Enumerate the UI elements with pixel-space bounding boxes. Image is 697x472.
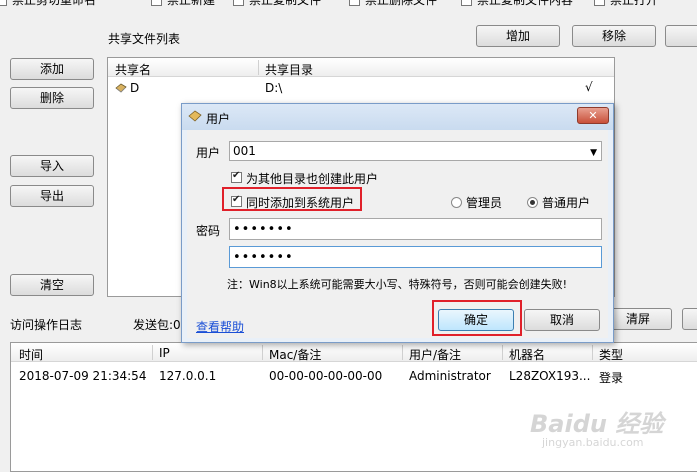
option-label-2: 禁止新建 <box>167 0 216 7</box>
user-label: 用户 <box>196 146 221 160</box>
password-label: 密码 <box>196 224 221 238</box>
share-remove-button[interactable]: 移除 <box>572 25 656 47</box>
option-label-3: 禁止复制文件 <box>249 0 322 7</box>
log-machine-cell: L28ZOX193... <box>509 369 591 383</box>
clear-button[interactable]: 清空 <box>10 274 94 296</box>
log-type-cell: 登录 <box>599 371 624 385</box>
role-admin-radio[interactable] <box>451 197 462 208</box>
log-col-time[interactable]: 时间 <box>19 346 43 363</box>
drive-icon <box>115 82 127 93</box>
user-icon <box>188 110 202 122</box>
table-row[interactable]: 2018-07-09 21:34:54 127.0.0.1 00-00-00-0… <box>11 369 697 387</box>
log-user-cell: Administrator <box>409 369 491 383</box>
clear-screen-button[interactable]: 清屏 <box>604 308 672 330</box>
cancel-button[interactable]: 取消 <box>524 309 600 331</box>
create-for-other-dirs-label: 为其他目录也创建此用户 <box>246 172 379 186</box>
option-label-1: 禁止剪切重命名 <box>12 0 97 7</box>
log-extra-button[interactable] <box>682 308 697 330</box>
option-checkbox-4[interactable] <box>349 0 360 6</box>
log-col-machine[interactable]: 机器名 <box>509 346 545 363</box>
share-name-cell: D <box>130 81 140 95</box>
password-confirm-value: ••••••• <box>233 250 294 265</box>
password-note: 注：Win8以上系统可能需要大小写、特殊符号，否则可能会创建失败! <box>227 278 568 291</box>
log-col-mac[interactable]: Mac/备注 <box>269 346 321 363</box>
export-button[interactable]: 导出 <box>10 185 94 207</box>
option-label-4: 禁止删除文件 <box>365 0 438 7</box>
share-add-button[interactable]: 增加 <box>476 25 560 47</box>
role-normal-label: 普通用户 <box>542 196 591 210</box>
add-button[interactable]: 添加 <box>10 58 94 80</box>
role-normal-radio[interactable] <box>527 197 538 208</box>
baidu-watermark: Baidu 经验 jingyan.baidu.com <box>520 400 680 460</box>
option-checkbox-3[interactable] <box>233 0 244 6</box>
user-select[interactable]: 001 ▼ <box>229 141 602 161</box>
option-checkbox-2[interactable] <box>151 0 162 6</box>
option-checkbox-1[interactable] <box>0 0 7 6</box>
close-button[interactable]: ✕ <box>577 107 609 124</box>
watermark-text: Baidu 经验 <box>530 410 664 438</box>
log-title: 访问操作日志 <box>10 318 83 332</box>
share-extra-button[interactable] <box>665 25 697 47</box>
help-link[interactable]: 查看帮助 <box>196 318 244 335</box>
log-ip-cell: 127.0.0.1 <box>159 369 217 383</box>
dialog-title-bar[interactable]: 用户 ✕ <box>182 104 613 130</box>
log-table-header: 时间 IP Mac/备注 用户/备注 机器名 类型 <box>11 343 697 362</box>
sent-packets-label: 发送包:0 <box>133 318 181 332</box>
dialog-title: 用户 <box>206 112 231 126</box>
password-field[interactable]: ••••••• <box>229 218 602 240</box>
user-select-value: 001 <box>233 144 256 158</box>
dialog-body: 用户 001 ▼ 为其他目录也创建此用户 同时添加到系统用户 管理员 普通用户 … <box>187 130 608 338</box>
user-dialog: 用户 ✕ 用户 001 ▼ 为其他目录也创建此用户 同时添加到系统用户 管理员 … <box>181 103 614 343</box>
option-label-5: 禁止复制文件内容 <box>477 0 574 7</box>
role-admin-label: 管理员 <box>466 196 503 210</box>
share-table-header: 共享名 共享目录 <box>108 58 614 77</box>
log-col-type[interactable]: 类型 <box>599 346 623 363</box>
log-mac-cell: 00-00-00-00-00-00 <box>269 369 383 383</box>
highlight-add-to-system <box>222 187 362 211</box>
top-options-bar: 禁止剪切重命名 禁止新建 禁止复制文件 禁止删除文件 禁止复制文件内容 禁止打开 <box>0 0 697 8</box>
password-field-value: ••••••• <box>233 222 294 237</box>
log-col-ip[interactable]: IP <box>159 346 170 360</box>
option-label-6: 禁止打开 <box>610 0 659 7</box>
share-list-title: 共享文件列表 <box>108 32 181 46</box>
delete-button[interactable]: 删除 <box>10 87 94 109</box>
highlight-ok-button <box>432 300 522 336</box>
import-button[interactable]: 导入 <box>10 155 94 177</box>
create-for-other-dirs-checkbox[interactable] <box>231 170 242 183</box>
share-table-col-name[interactable]: 共享名 <box>115 61 151 78</box>
log-time-cell: 2018-07-09 21:34:54 <box>19 369 147 383</box>
chevron-down-icon: ▼ <box>590 148 597 158</box>
share-mark-cell: √ <box>585 80 593 94</box>
log-col-user[interactable]: 用户/备注 <box>409 346 461 363</box>
share-table-col-path[interactable]: 共享目录 <box>265 61 313 78</box>
option-checkbox-5[interactable] <box>461 0 472 6</box>
watermark-subtext: jingyan.baidu.com <box>542 436 644 449</box>
close-icon: ✕ <box>588 109 598 122</box>
option-checkbox-6[interactable] <box>594 0 605 6</box>
share-path-cell: D:\ <box>265 81 283 95</box>
password-confirm-field[interactable]: ••••••• <box>229 246 602 268</box>
table-row[interactable]: D D:\ √ <box>108 79 614 97</box>
